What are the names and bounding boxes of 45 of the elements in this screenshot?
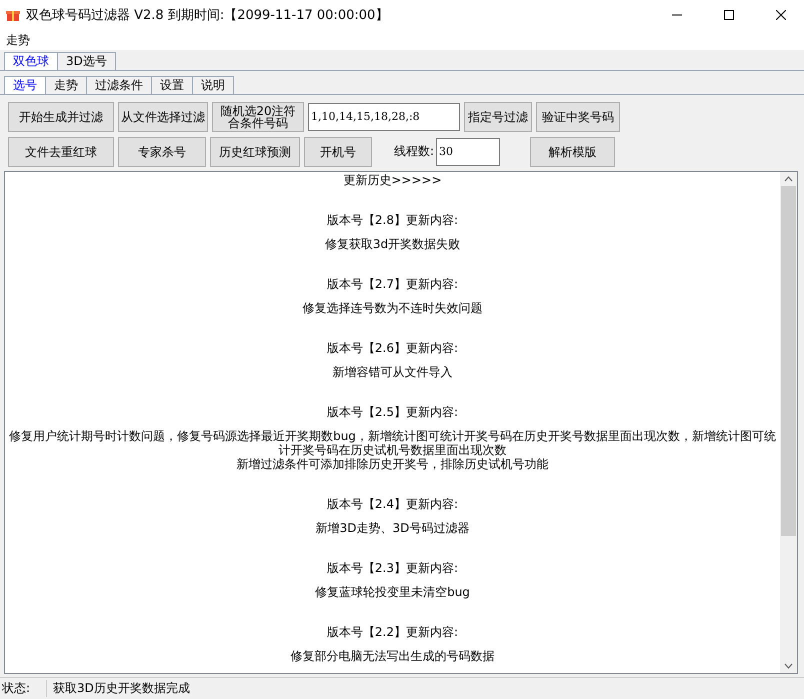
update-note: 新增3D走势、3D号码过滤器: [316, 521, 470, 535]
history-text-area[interactable]: [4, 171, 798, 674]
version-heading: 版本号【2.8】更新内容:: [326, 213, 458, 227]
numbers-input-field[interactable]: 1,10,14,15,18,28,:8: [308, 102, 460, 130]
action-button[interactable]: 验证中奖号码: [536, 102, 620, 132]
update-note: 修复获取3d开奖数据失败: [324, 237, 460, 251]
action-button[interactable]: 历史红球预测: [210, 136, 300, 166]
update-note: 新增过滤条件可添加排除历史开奖号，排除历史试机号功能: [236, 457, 548, 471]
tab[interactable]: 双色球: [4, 52, 58, 70]
scroll-thumb[interactable]: [781, 186, 796, 536]
menu-item[interactable]: 走势: [4, 32, 32, 48]
update-note: 修复用户统计期号时计数问题，修复号码源选择最近开奖期数bug，新增统计图可统计开奖号码在历史开奖号数据里面出现次数，新增统计图可统计开奖号码在历史试机号数据里面出现次数: [8, 429, 777, 457]
update-note: 修复选择连号数为不连时失效问题: [302, 301, 482, 315]
version-heading: 版本号【2.2】更新内容:: [326, 625, 458, 639]
tab[interactable]: 过滤条件: [86, 76, 152, 94]
close-icon: [776, 10, 786, 20]
version-heading: 版本号【2.3】更新内容:: [326, 561, 458, 575]
tab[interactable]: 选号: [4, 76, 46, 94]
version-heading: 版本号【2.4】更新内容:: [326, 497, 458, 511]
thread-count-label: 线程数:: [394, 143, 434, 160]
tab[interactable]: 3D选号: [57, 52, 116, 70]
status-text: 获取3D历史开奖数据完成: [52, 680, 190, 697]
action-button[interactable]: 解析模版: [530, 136, 616, 166]
version-heading: 版本号【2.7】更新内容:: [326, 277, 458, 291]
update-note: 修复部分电脑无法写出生成的号码数据: [290, 649, 494, 663]
update-note: 修复蓝球轮投变里未清空bug: [315, 585, 470, 599]
action-button[interactable]: 指定号过滤: [464, 102, 532, 132]
thread-count-field[interactable]: 30: [436, 138, 500, 166]
version-heading: 版本号【2.6】更新内容:: [326, 341, 458, 355]
scrollbar[interactable]: [780, 172, 797, 673]
update-note: 新增容错可从文件导入: [332, 365, 452, 379]
version-heading: 版本号【2.5】更新内容:: [326, 405, 458, 419]
action-button[interactable]: 随机选20注符合条件号码: [212, 102, 304, 132]
history-heading: 更新历史>>>>>: [343, 173, 442, 187]
action-button[interactable]: 开始生成并过滤: [8, 102, 114, 132]
action-button[interactable]: 开机号: [304, 136, 372, 166]
status-label: 状态:: [0, 680, 47, 697]
tab[interactable]: 走势: [45, 76, 87, 94]
maximize-icon: [724, 10, 734, 20]
window-title: 双色球号码过滤器 V2.8 到期时间:【2099-11-17 00:00:00】: [26, 7, 390, 24]
gift-icon: [6, 8, 20, 22]
action-button[interactable]: 从文件选择过滤: [118, 102, 208, 132]
action-button[interactable]: 专家杀号: [118, 136, 206, 166]
action-button[interactable]: 文件去重红球: [8, 136, 114, 166]
tab[interactable]: 说明: [192, 76, 234, 94]
